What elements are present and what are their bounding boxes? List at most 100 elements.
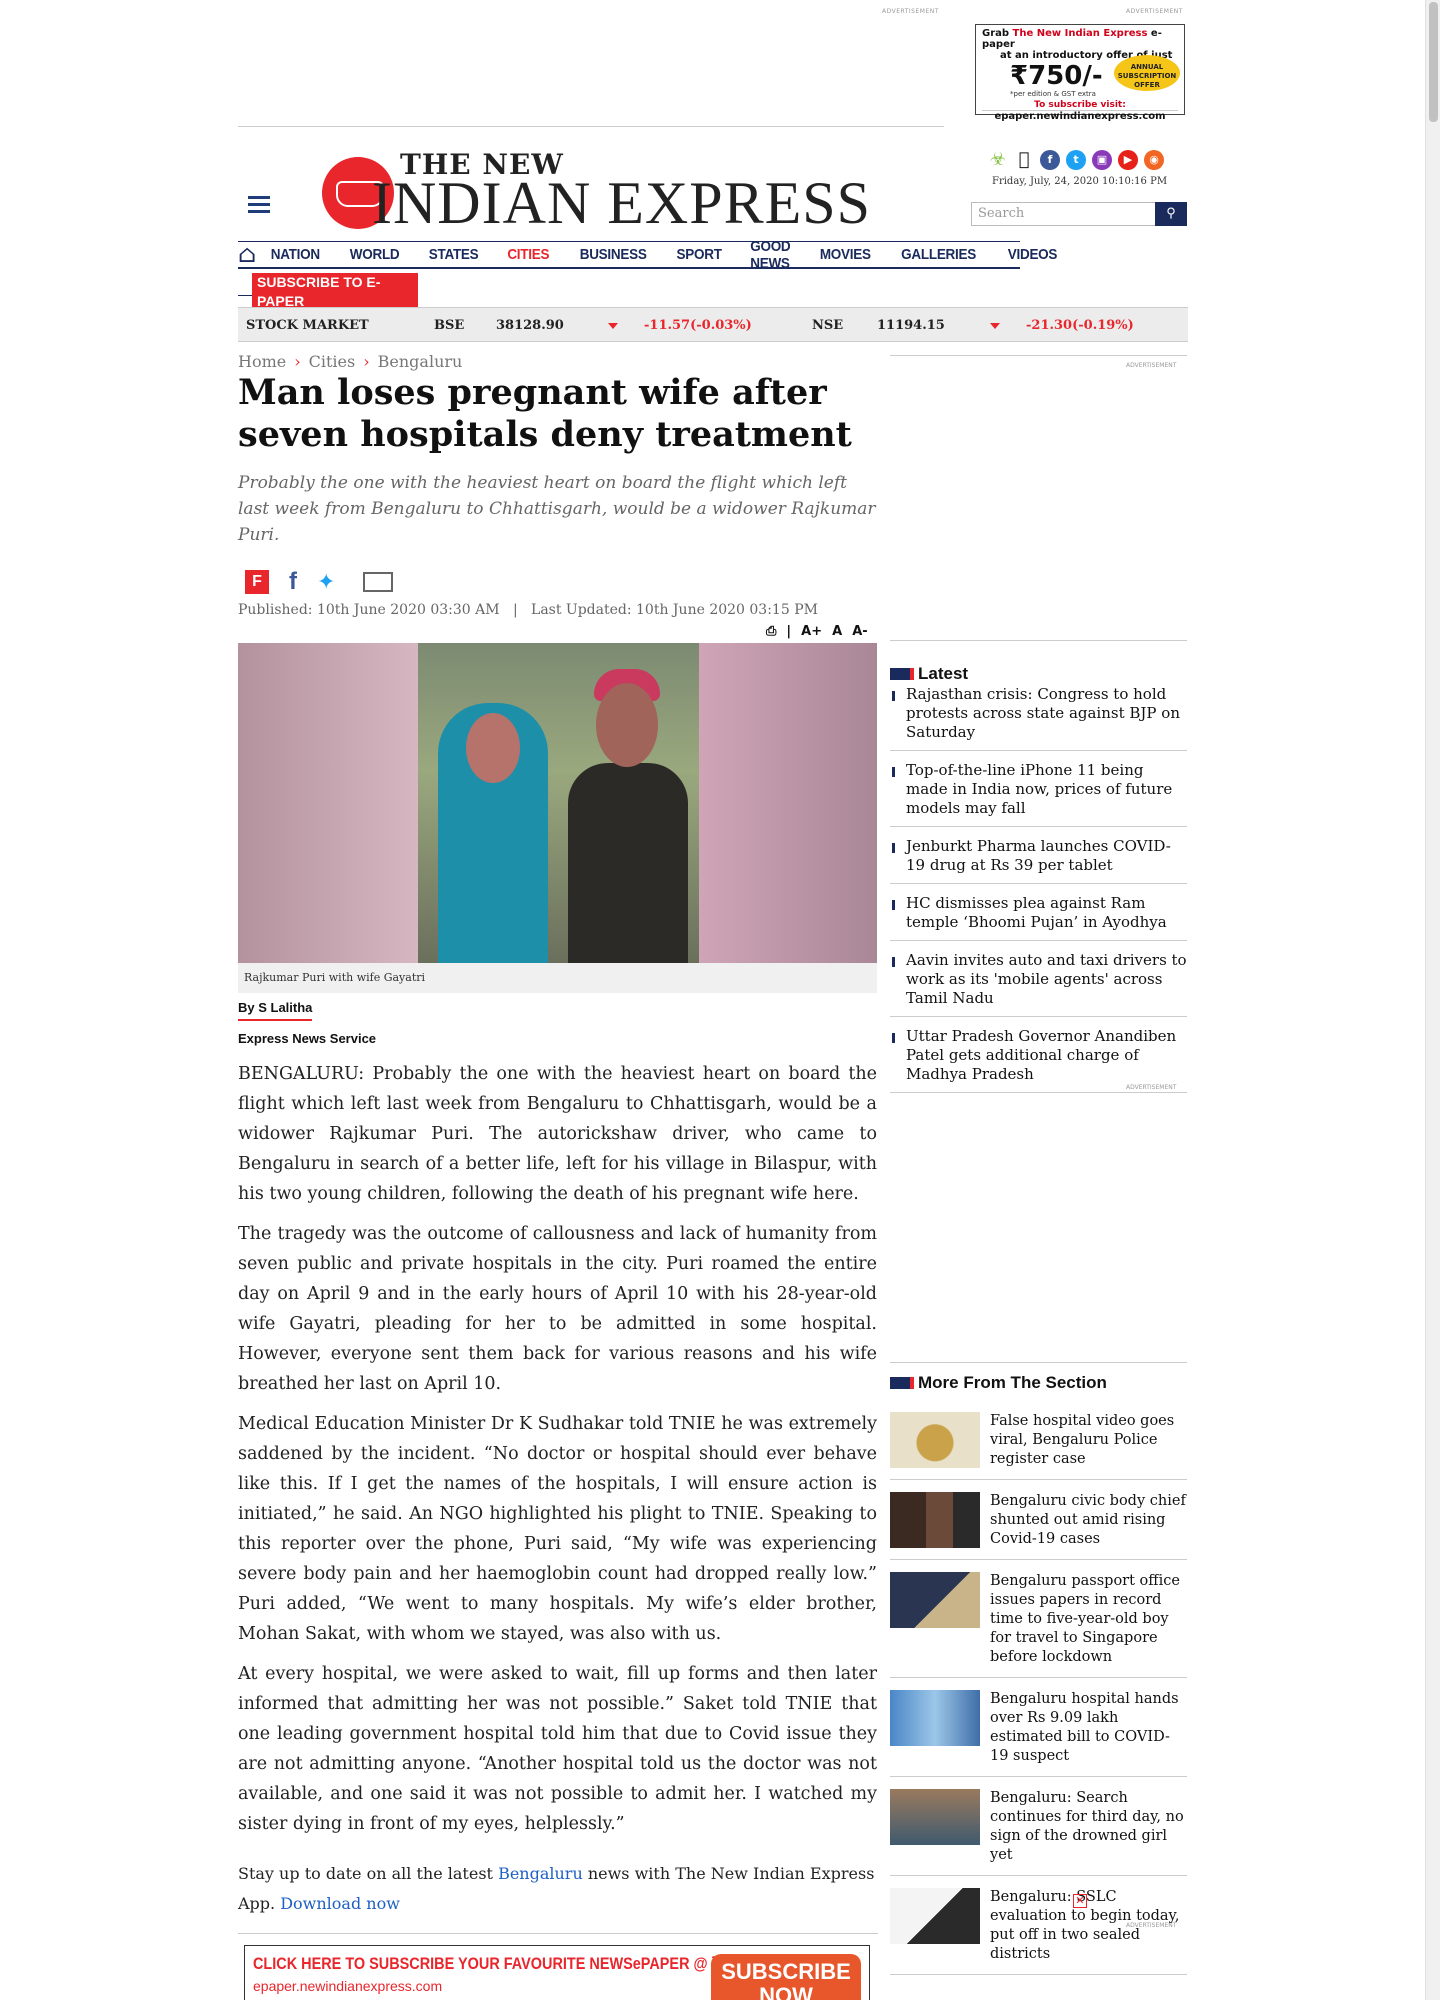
nav-nation[interactable]: NATION <box>271 246 320 263</box>
published-date: Published: 10th June 2020 03:30 AM <box>238 602 500 618</box>
bse-label: BSE <box>434 318 465 333</box>
hamburger-menu-icon[interactable] <box>248 196 270 217</box>
facebook-icon[interactable]: f <box>1040 150 1060 170</box>
article-photo[interactable] <box>238 643 877 963</box>
divider <box>238 1933 878 1934</box>
ad-headline: Grab The New Indian Express e-paper <box>982 28 1162 50</box>
nav-galleries[interactable]: GALLERIES <box>902 246 977 263</box>
article-summary: Probably the one with the heaviest heart… <box>238 473 876 545</box>
latest-item[interactable]: Jenburkt Pharma launches COVID-19 drug a… <box>890 835 1187 884</box>
ad-url[interactable]: epaper.newindianexpress.com <box>982 110 1178 122</box>
related-story[interactable]: Bengaluru hospital hands over Rs 9.09 la… <box>890 1686 1187 1777</box>
epaper-offer-ad[interactable]: Grab The New Indian Express e-paper at a… <box>975 24 1185 122</box>
breadcrumb-bengaluru[interactable]: Bengaluru <box>378 352 463 371</box>
current-date: Friday, July, 24, 2020 10:10:16 PM <box>992 176 1168 187</box>
related-story[interactable]: Bengaluru: SSLC evaluation to begin toda… <box>890 1884 1187 1975</box>
latest-item[interactable]: Uttar Pradesh Governor Anandiben Patel g… <box>890 1025 1187 1093</box>
nav-states[interactable]: STATES <box>429 246 479 263</box>
font-decrease-button[interactable]: A- <box>852 624 867 639</box>
photo-caption: Rajkumar Puri with wife Gayatri <box>238 963 877 993</box>
email-share-icon[interactable] <box>363 572 394 592</box>
related-story-title[interactable]: Bengaluru civic body chief shunted out a… <box>990 1492 1187 1549</box>
banner-subscribe-button[interactable]: SUBSCRIBE NOW <box>711 1954 861 2000</box>
meta-separator: | <box>512 602 518 618</box>
latest-item[interactable]: Rajasthan crisis: Congress to hold prote… <box>890 683 1187 751</box>
youtube-icon[interactable]: ▶ <box>1118 150 1138 170</box>
author-byline[interactable]: By S Lalitha <box>238 1000 313 1021</box>
nav-business[interactable]: BUSINESS <box>579 246 646 263</box>
related-story[interactable]: Bengaluru passport office issues papers … <box>890 1568 1187 1678</box>
subscribe-banner-ad[interactable]: CLICK HERE TO SUBSCRIBE YOUR FAVOURITE N… <box>244 1945 870 2000</box>
home-icon[interactable]: ⌂ <box>238 242 256 268</box>
official-portrait-thumbnail[interactable] <box>890 1492 980 1548</box>
nav-sport[interactable]: SPORT <box>677 246 722 263</box>
subscribe-epaper-button[interactable]: SUBSCRIBE TO E-PAPER <box>252 273 418 311</box>
font-reset-button[interactable]: A <box>832 624 842 639</box>
article-tools: ⎙ | A+ A A- <box>766 624 868 639</box>
page-scrollbar[interactable] <box>1425 0 1440 2000</box>
android-icon[interactable]: ☣ <box>988 150 1008 170</box>
bse-change: -11.57(-0.03%) <box>644 318 752 333</box>
article-paragraph: BENGALURU: Probably the one with the hea… <box>238 1064 877 1204</box>
nav-cities[interactable]: CITIES <box>508 246 550 263</box>
nse-value: 11194.15 <box>877 318 945 333</box>
app-promo-text: Stay up to date on all the latest <box>238 1864 499 1883</box>
ad-label: ADVERTISEMENT <box>1126 1084 1177 1091</box>
section-flag-icon <box>890 668 914 680</box>
latest-item[interactable]: HC dismisses plea against Ram temple ‘Bh… <box>890 892 1187 941</box>
bengaluru-link[interactable]: Bengaluru <box>498 1864 583 1883</box>
nav-good-news[interactable]: GOOD NEWS <box>750 238 790 272</box>
apple-icon[interactable]:  <box>1014 150 1034 170</box>
twitter-share-icon[interactable]: ✦ <box>317 570 335 595</box>
section-flag-icon <box>890 1377 914 1389</box>
passport-thumbnail[interactable] <box>890 1572 980 1628</box>
related-story-title[interactable]: Bengaluru passport office issues papers … <box>990 1572 1187 1667</box>
twitter-icon[interactable]: t <box>1066 150 1086 170</box>
search-input[interactable]: Search <box>971 202 1156 226</box>
nav-videos[interactable]: VIDEOS <box>1007 246 1057 263</box>
article-paragraph: Medical Education Minister Dr K Sudhakar… <box>238 1414 877 1644</box>
article-body: BENGALURU: Probably the one with the hea… <box>238 1059 877 1849</box>
facebook-share-icon[interactable]: f <box>289 568 297 596</box>
related-story-title[interactable]: False hospital video goes viral, Bengalu… <box>990 1412 1187 1469</box>
police-cap-thumbnail[interactable] <box>890 1412 980 1468</box>
print-icon[interactable]: ⎙ <box>766 624 776 639</box>
social-links: ☣  f t ▣ ▶ ◉ <box>988 150 1164 170</box>
logo-main-text[interactable]: INDIAN EXPRESS <box>372 170 871 236</box>
related-story[interactable]: False hospital video goes viral, Bengalu… <box>890 1408 1187 1480</box>
latest-item[interactable]: Top-of-the-line iPhone 11 being made in … <box>890 759 1187 827</box>
banner-headline: CLICK HERE TO SUBSCRIBE YOUR FAVOURITE N… <box>253 1954 772 1973</box>
nav-movies[interactable]: MOVIES <box>820 246 871 263</box>
close-ad-icon[interactable]: ✕ <box>1073 1894 1087 1908</box>
ad-note: *per edition & GST extra <box>1010 90 1096 98</box>
app-promo: Stay up to date on all the latest Bengal… <box>238 1859 877 1919</box>
related-story[interactable]: Bengaluru: Search continues for third da… <box>890 1785 1187 1876</box>
ppe-worker-thumbnail[interactable] <box>890 1690 980 1746</box>
nse-down-arrow-icon <box>990 323 1000 329</box>
updated-date: Last Updated: 10th June 2020 03:15 PM <box>531 602 818 618</box>
drowning-hand-thumbnail[interactable] <box>890 1789 980 1845</box>
article-headline: Man loses pregnant wife after seven hosp… <box>238 372 852 455</box>
tools-divider: | <box>786 624 792 639</box>
bse-value: 38128.90 <box>496 318 564 333</box>
latest-item[interactable]: Aavin invites auto and taxi drivers to w… <box>890 949 1187 1017</box>
related-story-title[interactable]: Bengaluru hospital hands over Rs 9.09 la… <box>990 1690 1187 1766</box>
latest-heading: Latest <box>890 664 968 684</box>
writing-hand-thumbnail[interactable] <box>890 1888 980 1944</box>
font-increase-button[interactable]: A+ <box>801 624 822 639</box>
divider <box>238 126 944 127</box>
breadcrumb-home[interactable]: Home <box>238 352 286 371</box>
instagram-icon[interactable]: ▣ <box>1092 150 1112 170</box>
related-story-title[interactable]: Bengaluru: Search continues for third da… <box>990 1789 1187 1865</box>
download-app-link[interactable]: Download now <box>280 1894 400 1913</box>
flipboard-icon[interactable]: F <box>245 570 269 594</box>
nav-world[interactable]: WORLD <box>350 246 400 263</box>
related-story[interactable]: Bengaluru civic body chief shunted out a… <box>890 1488 1187 1560</box>
article-paragraph: At every hospital, we were asked to wait… <box>238 1664 877 1834</box>
more-section-heading: More From The Section <box>890 1373 1107 1393</box>
rss-icon[interactable]: ◉ <box>1144 150 1164 170</box>
chevron-right-icon: › <box>294 352 301 371</box>
breadcrumb-cities[interactable]: Cities <box>309 352 356 371</box>
nse-label: NSE <box>812 318 844 333</box>
search-button[interactable]: ⚲ <box>1155 202 1187 226</box>
